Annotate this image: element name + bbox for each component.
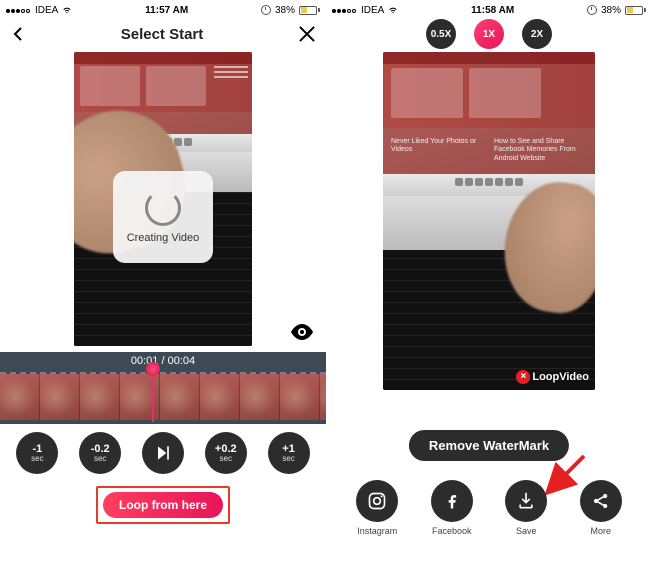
header: Select Start (0, 18, 326, 50)
speed-0-5x[interactable]: 0.5X (426, 19, 456, 49)
alarm-icon (587, 5, 597, 15)
carrier-label: IDEA (35, 5, 58, 16)
watermark-label: LoopVideo (532, 371, 589, 383)
step-back-1s[interactable]: -1sec (16, 432, 58, 474)
battery-icon (299, 6, 320, 15)
timeline-time: 00:01 / 00:04 (0, 352, 326, 367)
share-row: Instagram Facebook Save More (326, 480, 652, 536)
screen-export: IDEA 11:58 AM 38% 0.5X 1X 2X Never Liked… (326, 0, 652, 584)
speed-controls: 0.5X 1X 2X (326, 18, 652, 48)
battery-icon (625, 6, 646, 15)
clock-time: 11:58 AM (471, 5, 514, 16)
signal-dots-icon (6, 5, 31, 16)
video-preview: Never Liked Your Photos or Videos How to… (383, 52, 595, 390)
clock-time: 11:57 AM (145, 5, 188, 16)
spinner-icon (145, 190, 181, 226)
video-preview: Creating Video (74, 52, 252, 346)
loading-label: Creating Video (127, 232, 200, 244)
share-more-button[interactable] (580, 480, 622, 522)
preview-captions: Never Liked Your Photos or Videos How to… (391, 138, 587, 163)
step-controls: -1sec -0.2sec +0.2sec +1sec (0, 432, 326, 474)
signal-dots-icon (332, 5, 357, 16)
wifi-icon (62, 6, 72, 14)
speed-1x[interactable]: 1X (474, 19, 504, 49)
wifi-icon (388, 6, 398, 14)
back-button[interactable] (10, 26, 26, 42)
carrier-label: IDEA (361, 5, 384, 16)
play-next-frame-button[interactable] (142, 432, 184, 474)
share-label: Instagram (357, 526, 397, 536)
timeline[interactable]: 00:01 / 00:04 (0, 352, 326, 424)
remove-watermark-x-icon[interactable]: × (516, 370, 530, 384)
battery-percent: 38% (275, 5, 295, 16)
share-label: Facebook (432, 526, 472, 536)
status-bar: IDEA 11:58 AM 38% (326, 0, 652, 18)
timeline-filmstrip[interactable] (0, 372, 326, 420)
loop-from-here-button[interactable]: Loop from here (103, 492, 223, 518)
battery-percent: 38% (601, 5, 621, 16)
preview-eye-button[interactable] (290, 324, 314, 340)
share-instagram-button[interactable] (356, 480, 398, 522)
screen-select-start: IDEA 11:57 AM 38% Select Start Creating … (0, 0, 326, 584)
status-bar: IDEA 11:57 AM 38% (0, 0, 326, 18)
share-facebook-button[interactable] (431, 480, 473, 522)
timeline-marker[interactable] (152, 366, 154, 422)
step-fwd-1s[interactable]: +1sec (268, 432, 310, 474)
page-title: Select Start (121, 26, 204, 43)
loading-overlay: Creating Video (113, 171, 213, 263)
share-label: More (590, 526, 611, 536)
share-label: Save (516, 526, 537, 536)
alarm-icon (261, 5, 271, 15)
close-button[interactable] (298, 25, 316, 43)
step-fwd-02s[interactable]: +0.2sec (205, 432, 247, 474)
watermark: × LoopVideo (516, 370, 589, 384)
save-button[interactable] (505, 480, 547, 522)
loop-button-highlight: Loop from here (96, 486, 230, 524)
speed-2x[interactable]: 2X (522, 19, 552, 49)
step-back-02s[interactable]: -0.2sec (79, 432, 121, 474)
